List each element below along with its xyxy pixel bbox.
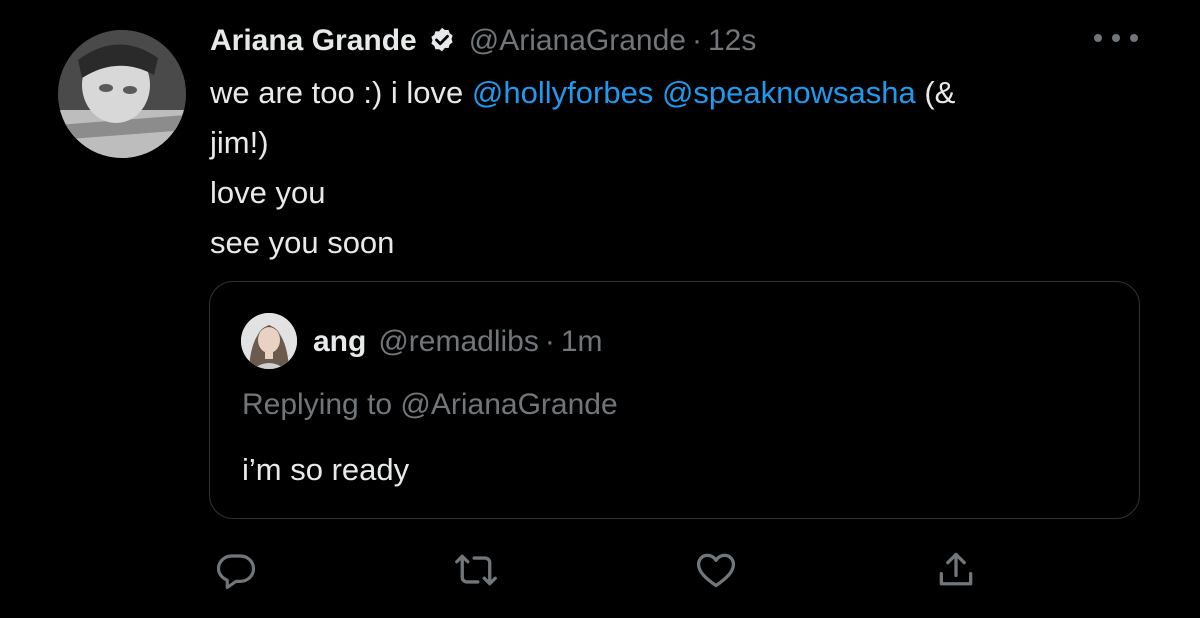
tweet-text-line: see you soon [210,225,395,260]
author-avatar[interactable] [58,30,186,158]
quoted-tweet-text: i’m so ready [242,452,410,487]
mention-link[interactable]: @hollyforbes [472,75,653,110]
quoted-tweet-card[interactable]: ang @remadlibs · 1m Replying to @ArianaG… [209,281,1140,519]
quoted-author-handle[interactable]: @remadlibs [378,325,539,359]
more-options-icon[interactable] [1094,26,1138,50]
replying-to-label: Replying to @ArianaGrande [242,388,618,421]
like-button[interactable] [694,548,738,592]
quoted-author-name[interactable]: ang [313,325,366,359]
quoted-header-separator: · [544,325,555,358]
share-icon [934,548,978,592]
quoted-author-avatar[interactable] [241,313,297,369]
retweet-button[interactable] [454,548,498,592]
tweet-text-line: love you [210,175,326,210]
tweet-text-segment: we are too :) i love [210,75,464,110]
tweet-text-line: jim!) [210,125,269,160]
share-button[interactable] [934,548,978,592]
tweet-text-line: we are too :) i love @hollyforbes @speak… [210,68,1110,118]
mention-link[interactable]: @speaknowsasha [662,75,916,110]
tweet-timestamp[interactable]: 12s [708,24,756,58]
retweet-icon [454,548,498,592]
verified-badge-icon [427,26,457,56]
author-handle[interactable]: @ArianaGrande [469,24,686,58]
author-name[interactable]: Ariana Grande [210,24,417,58]
reply-button[interactable] [214,548,258,592]
quoted-tweet-timestamp[interactable]: 1m [561,325,603,359]
tweet-header: Ariana Grande @ArianaGrande · 12s [210,18,756,64]
tweet-text: we are too :) i love @hollyforbes @speak… [210,68,1110,268]
reply-icon [215,549,257,591]
header-separator: · [691,24,702,57]
tweet-text-segment: (& [924,75,956,110]
like-icon [694,548,738,592]
quoted-tweet-header: ang @remadlibs · 1m [313,322,603,362]
